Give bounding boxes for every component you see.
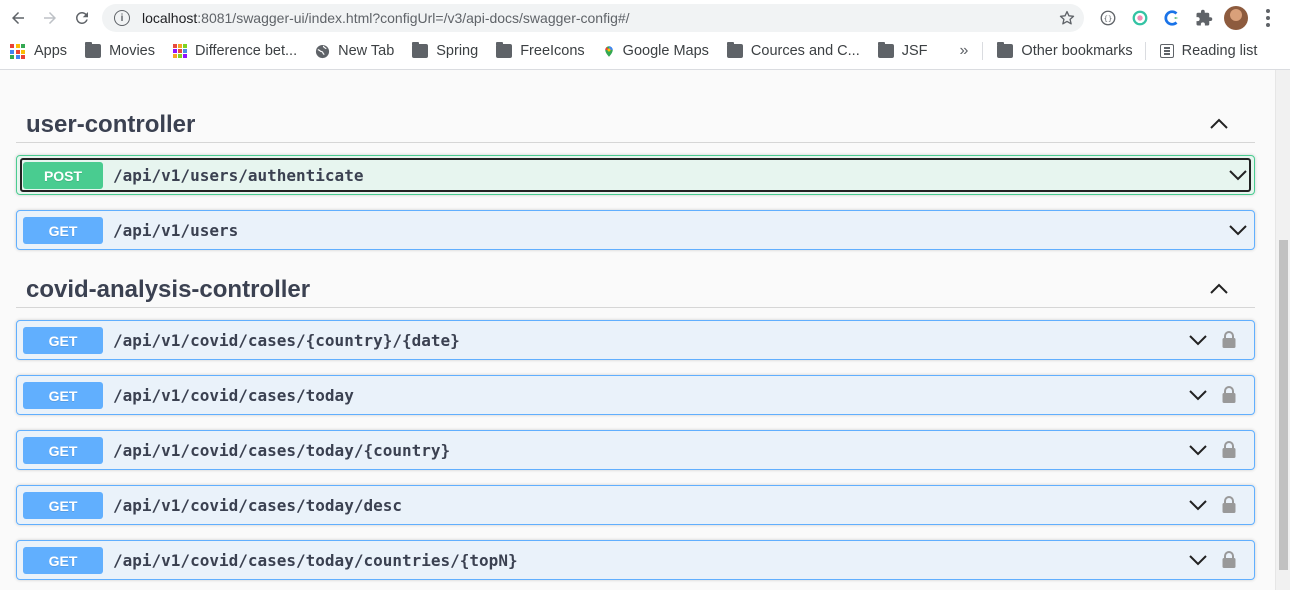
bookmark-freeicons[interactable]: FreeIcons	[486, 38, 592, 64]
operation-get-cases-today-country[interactable]: GET /api/v1/covid/cases/today/{country}	[16, 430, 1255, 470]
site-info-icon[interactable]: i	[114, 10, 130, 26]
tag-user-controller[interactable]: user-controller	[16, 103, 1255, 143]
bookmarks-divider	[1144, 42, 1146, 60]
operation-get-cases-country-date[interactable]: GET /api/v1/covid/cases/{country}/{date}	[16, 320, 1255, 360]
lock-icon[interactable]	[1221, 330, 1237, 350]
bookmark-apps[interactable]: Apps	[0, 38, 75, 64]
bookmark-difference[interactable]: Difference bet...	[163, 38, 305, 64]
extension-c-icon[interactable]	[1162, 8, 1182, 28]
forward-icon[interactable]	[34, 2, 66, 34]
bookmark-jsf[interactable]: JSF	[868, 38, 936, 64]
apps-grid-icon	[10, 44, 26, 59]
scrollbar-thumb[interactable]	[1279, 240, 1288, 570]
chevron-up-icon[interactable]	[1207, 280, 1231, 298]
address-bar[interactable]: i localhost:8081/swagger-ui/index.html?c…	[102, 4, 1084, 32]
operation-get-cases-today[interactable]: GET /api/v1/covid/cases/today	[16, 375, 1255, 415]
url-text: localhost:8081/swagger-ui/index.html?con…	[142, 10, 630, 26]
operation-path: /api/v1/covid/cases/today	[113, 386, 354, 405]
bookmarks-divider	[982, 42, 984, 60]
bookmark-other[interactable]: Other bookmarks	[987, 38, 1140, 64]
folder-icon	[496, 42, 513, 58]
svg-text:{}: {}	[1104, 14, 1113, 23]
chevron-down-icon[interactable]	[1188, 552, 1208, 568]
operation-get-cases-today-countries-topn[interactable]: GET /api/v1/covid/cases/today/countries/…	[16, 540, 1255, 580]
tag-covid-analysis-controller[interactable]: covid-analysis-controller	[16, 268, 1255, 308]
extension-circle-icon[interactable]	[1130, 8, 1150, 28]
back-icon[interactable]	[2, 2, 34, 34]
site-icon	[173, 44, 187, 58]
chevron-down-icon[interactable]	[1188, 332, 1208, 348]
tag-title: covid-analysis-controller	[26, 276, 311, 303]
operation-path: /api/v1/users	[113, 221, 239, 240]
reading-list-button[interactable]: Reading list	[1150, 38, 1266, 64]
extension-icon[interactable]	[1194, 8, 1214, 28]
method-badge: GET	[23, 437, 103, 464]
extension-brackets-icon[interactable]: {}	[1098, 8, 1118, 28]
lock-icon[interactable]	[1221, 550, 1237, 570]
bookmark-cources[interactable]: Cources and C...	[717, 38, 868, 64]
operation-get-cases-today-desc[interactable]: GET /api/v1/covid/cases/today/desc	[16, 485, 1255, 525]
operation-get-users[interactable]: GET /api/v1/users	[16, 210, 1255, 250]
method-badge: GET	[23, 547, 103, 574]
operation-path: /api/v1/users/authenticate	[113, 166, 364, 185]
method-badge: GET	[23, 217, 103, 244]
menu-icon[interactable]	[1258, 8, 1278, 28]
chevron-up-icon[interactable]	[1207, 115, 1231, 133]
operation-path: /api/v1/covid/cases/today/countries/{top…	[113, 551, 518, 570]
maps-icon	[604, 45, 613, 57]
more-bookmarks-button[interactable]: »	[950, 42, 979, 60]
method-badge: GET	[23, 492, 103, 519]
bookmark-spring[interactable]: Spring	[402, 38, 486, 64]
reading-list-icon	[1159, 44, 1174, 58]
bookmark-new-tab[interactable]: New Tab	[305, 38, 402, 64]
chevron-down-icon[interactable]	[1228, 222, 1248, 238]
folder-icon	[85, 42, 102, 58]
bookmark-star-icon[interactable]	[1058, 9, 1076, 27]
folder-icon	[726, 42, 743, 58]
browser-toolbar: i localhost:8081/swagger-ui/index.html?c…	[0, 0, 1290, 36]
chevron-down-icon[interactable]	[1188, 497, 1208, 513]
bookmarks-bar: Apps Movies Difference bet... New Tab Sp…	[0, 36, 1290, 66]
globe-icon	[316, 44, 330, 58]
operation-path: /api/v1/covid/cases/{country}/{date}	[113, 331, 460, 350]
operation-path: /api/v1/covid/cases/today/desc	[113, 496, 402, 515]
lock-icon[interactable]	[1221, 440, 1237, 460]
method-badge: GET	[23, 327, 103, 354]
bookmark-movies[interactable]: Movies	[75, 38, 163, 64]
reload-icon[interactable]	[66, 2, 98, 34]
page-scrollbar[interactable]	[1275, 70, 1290, 590]
chevron-down-icon[interactable]	[1188, 442, 1208, 458]
folder-icon	[997, 42, 1014, 58]
chevron-down-icon[interactable]	[1228, 167, 1248, 183]
operation-path: /api/v1/covid/cases/today/{country}	[113, 441, 451, 460]
method-badge: GET	[23, 382, 103, 409]
method-badge: POST	[23, 162, 103, 189]
operation-post-users-authenticate[interactable]: POST /api/v1/users/authenticate	[16, 155, 1255, 195]
bookmark-google-maps[interactable]: Google Maps	[593, 38, 717, 64]
lock-icon[interactable]	[1221, 495, 1237, 515]
profile-avatar[interactable]	[1224, 6, 1248, 30]
folder-icon	[877, 42, 894, 58]
lock-icon[interactable]	[1221, 385, 1237, 405]
tag-title: user-controller	[26, 111, 196, 138]
folder-icon	[412, 42, 429, 58]
chevron-down-icon[interactable]	[1188, 387, 1208, 403]
